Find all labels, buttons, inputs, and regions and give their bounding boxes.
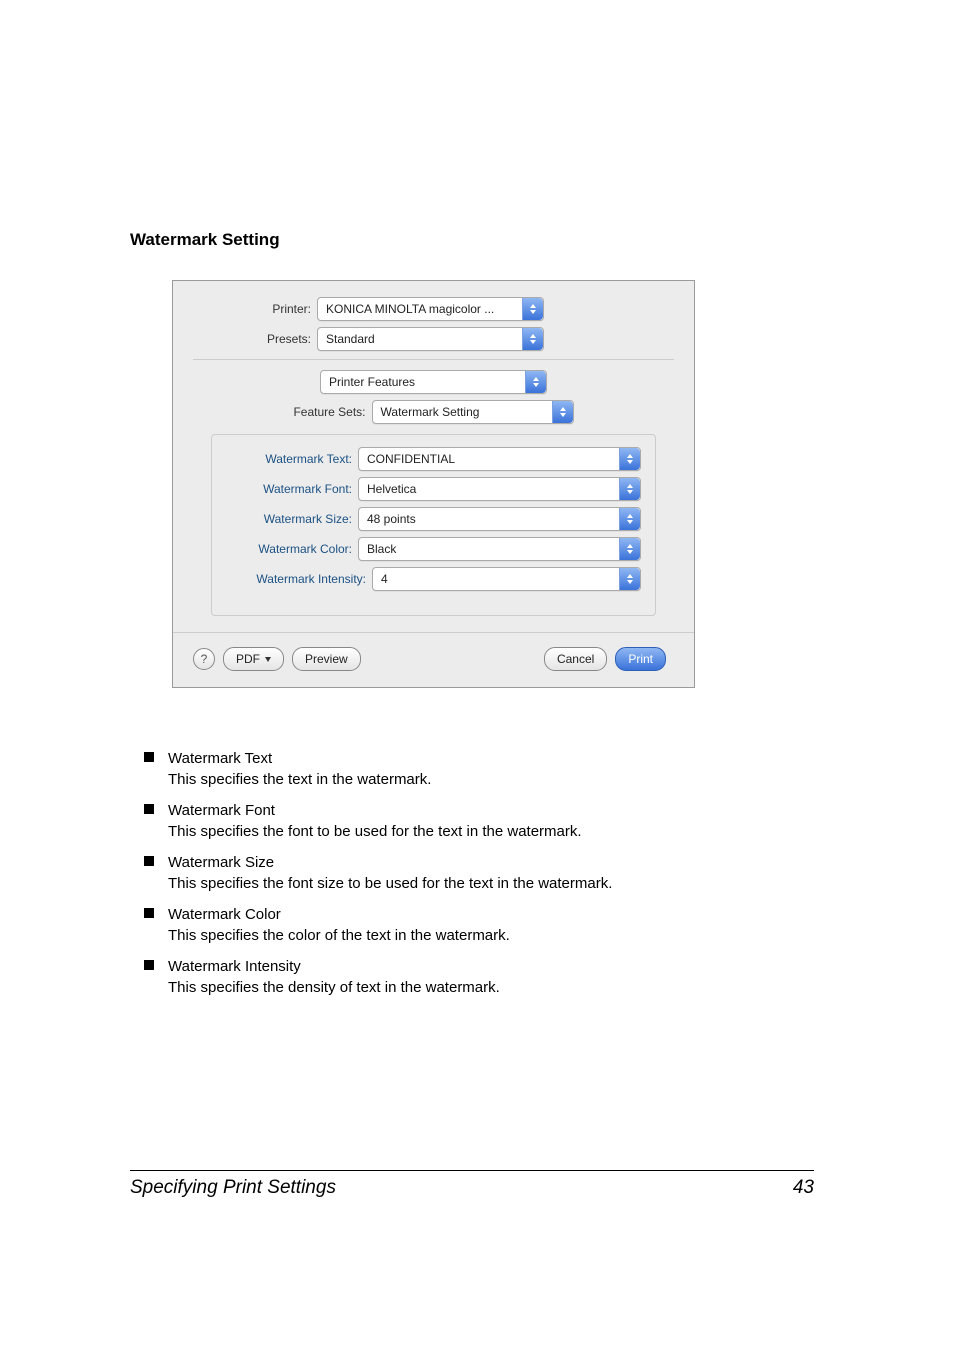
print-label: Print (628, 652, 653, 666)
bullet-desc: This specifies the font to be used for t… (168, 821, 582, 842)
list-item: Watermark Color This specifies the color… (144, 904, 814, 946)
watermark-group: Watermark Text: CONFIDENTIAL Watermark F… (211, 434, 656, 616)
pdf-button[interactable]: PDF (223, 647, 284, 671)
wm-font-select[interactable]: Helvetica (358, 477, 641, 501)
presets-label: Presets: (193, 332, 317, 346)
help-button[interactable]: ? (193, 648, 215, 670)
wm-color-row: Watermark Color: Black (226, 537, 641, 561)
bullet-desc: This specifies the density of text in th… (168, 977, 500, 998)
cancel-button[interactable]: Cancel (544, 647, 607, 671)
feature-sets-label: Feature Sets: (293, 405, 365, 419)
wm-color-label: Watermark Color: (226, 542, 358, 556)
wm-size-select[interactable]: 48 points (358, 507, 641, 531)
presets-row: Presets: Standard (193, 327, 674, 351)
wm-size-row: Watermark Size: 48 points (226, 507, 641, 531)
printer-value: KONICA MINOLTA magicolor ... (318, 302, 522, 316)
feature-sets-select[interactable]: Watermark Setting (372, 400, 574, 424)
bullet-icon (144, 804, 154, 814)
dialog-footer: ? PDF Preview Cancel Print (173, 632, 694, 687)
pane-row: Printer Features (193, 370, 674, 394)
bullet-title: Watermark Color (168, 904, 510, 925)
bullet-icon (144, 856, 154, 866)
bullets-list: Watermark Text This specifies the text i… (144, 748, 814, 998)
updown-icon (525, 371, 546, 393)
pdf-label: PDF (236, 652, 260, 666)
footer-left: Specifying Print Settings (130, 1177, 336, 1199)
bullet-icon (144, 752, 154, 762)
wm-size-value: 48 points (359, 512, 619, 526)
wm-intensity-select[interactable]: 4 (372, 567, 641, 591)
wm-color-select[interactable]: Black (358, 537, 641, 561)
wm-size-label: Watermark Size: (226, 512, 358, 526)
divider (193, 359, 674, 360)
print-button[interactable]: Print (615, 647, 666, 671)
wm-font-row: Watermark Font: Helvetica (226, 477, 641, 501)
bullet-title: Watermark Text (168, 748, 431, 769)
list-item: Watermark Size This specifies the font s… (144, 852, 814, 894)
section-title: Watermark Setting (130, 230, 814, 250)
printer-label: Printer: (193, 302, 317, 316)
feature-sets-value: Watermark Setting (373, 405, 552, 419)
bullet-desc: This specifies the color of the text in … (168, 925, 510, 946)
updown-icon (619, 538, 640, 560)
bullet-icon (144, 960, 154, 970)
printer-select[interactable]: KONICA MINOLTA magicolor ... (317, 297, 544, 321)
cancel-label: Cancel (557, 652, 594, 666)
updown-icon (619, 478, 640, 500)
pane-select[interactable]: Printer Features (320, 370, 547, 394)
print-dialog: Printer: KONICA MINOLTA magicolor ... Pr… (172, 280, 695, 688)
updown-icon (619, 448, 640, 470)
wm-intensity-value: 4 (373, 572, 619, 586)
printer-row: Printer: KONICA MINOLTA magicolor ... (193, 297, 674, 321)
wm-font-value: Helvetica (359, 482, 619, 496)
bullet-title: Watermark Size (168, 852, 612, 873)
chevron-down-icon (265, 657, 271, 662)
wm-text-select[interactable]: CONFIDENTIAL (358, 447, 641, 471)
wm-text-value: CONFIDENTIAL (359, 452, 619, 466)
bullet-icon (144, 908, 154, 918)
page-footer: Specifying Print Settings 43 (130, 1170, 814, 1199)
wm-intensity-row: Watermark Intensity: 4 (226, 567, 641, 591)
preview-button[interactable]: Preview (292, 647, 361, 671)
updown-icon (552, 401, 573, 423)
bullet-title: Watermark Intensity (168, 956, 500, 977)
wm-text-label: Watermark Text: (226, 452, 358, 466)
list-item: Watermark Text This specifies the text i… (144, 748, 814, 790)
list-item: Watermark Intensity This specifies the d… (144, 956, 814, 998)
wm-text-row: Watermark Text: CONFIDENTIAL (226, 447, 641, 471)
bullet-desc: This specifies the font size to be used … (168, 873, 612, 894)
wm-color-value: Black (359, 542, 619, 556)
wm-font-label: Watermark Font: (226, 482, 358, 496)
preview-label: Preview (305, 652, 348, 666)
pane-value: Printer Features (321, 375, 525, 389)
page-number: 43 (793, 1177, 814, 1199)
wm-intensity-label: Watermark Intensity: (226, 572, 372, 586)
presets-value: Standard (318, 332, 522, 346)
list-item: Watermark Font This specifies the font t… (144, 800, 814, 842)
presets-select[interactable]: Standard (317, 327, 544, 351)
bullet-desc: This specifies the text in the watermark… (168, 769, 431, 790)
updown-icon (522, 328, 543, 350)
updown-icon (619, 508, 640, 530)
updown-icon (619, 568, 640, 590)
updown-icon (522, 298, 543, 320)
feature-sets-row: Feature Sets: Watermark Setting (193, 400, 674, 424)
bullet-title: Watermark Font (168, 800, 582, 821)
